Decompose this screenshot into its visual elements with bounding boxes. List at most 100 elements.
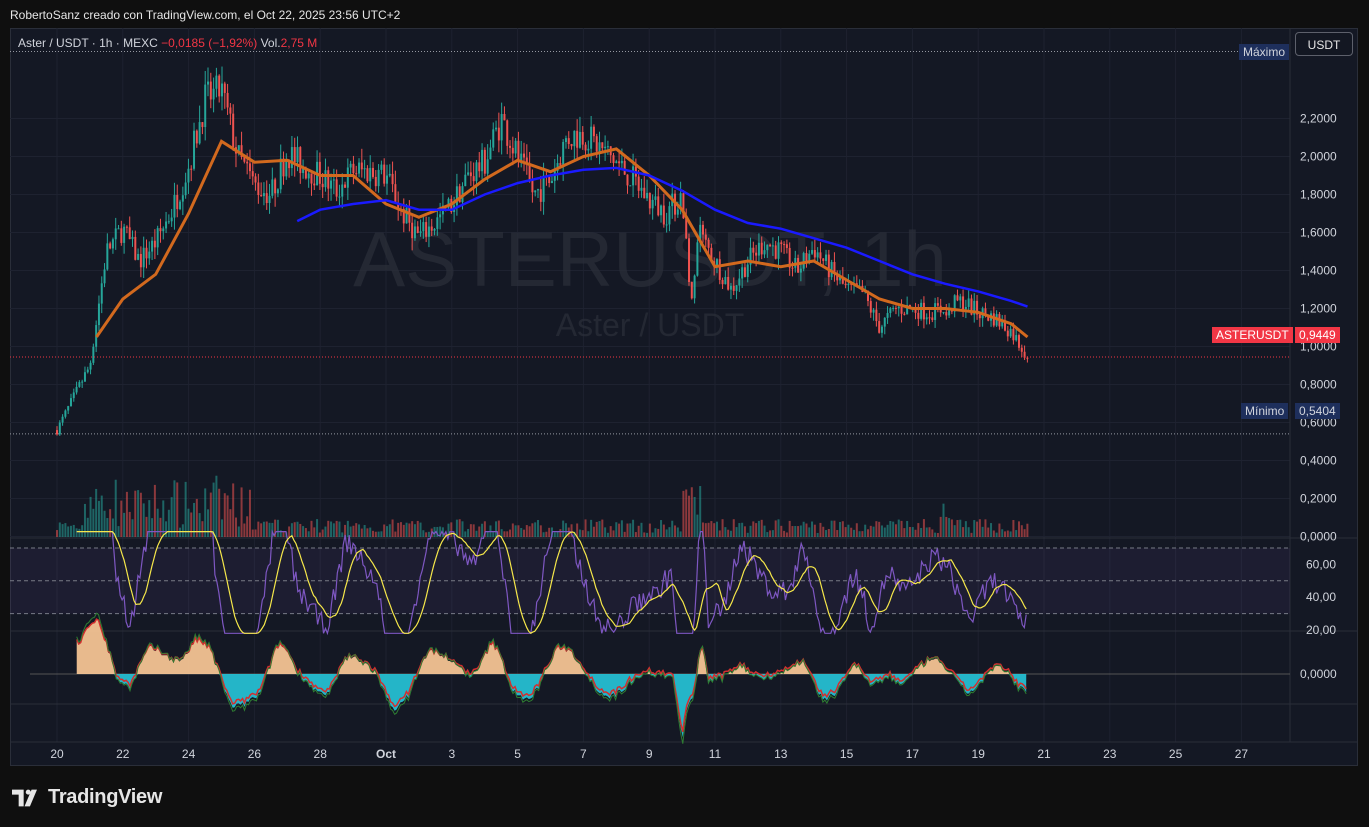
volume-bar bbox=[478, 526, 481, 537]
candle-body bbox=[757, 242, 760, 256]
volume-bar bbox=[785, 532, 788, 537]
candle-body bbox=[338, 196, 341, 198]
rsi-pane bbox=[10, 529, 1290, 636]
candle-body bbox=[209, 81, 212, 100]
volume-bar bbox=[956, 520, 959, 537]
volume-bar bbox=[738, 523, 741, 537]
volume-bar bbox=[218, 488, 221, 537]
candle-body bbox=[959, 296, 962, 301]
candle-body bbox=[274, 179, 277, 194]
volume-bar bbox=[917, 523, 920, 537]
volume-bar bbox=[240, 487, 243, 537]
candle-body bbox=[167, 221, 170, 223]
time-tick-label: 9 bbox=[646, 747, 653, 761]
volume-bar bbox=[847, 524, 850, 537]
candle-body bbox=[816, 252, 819, 258]
candle-body bbox=[704, 234, 707, 240]
volume-bar bbox=[892, 521, 895, 537]
candle-body bbox=[903, 313, 906, 315]
candle-body bbox=[562, 141, 565, 166]
price-axis[interactable]: 2,20002,00001,80001,60001,40001,20001,00… bbox=[1300, 112, 1337, 682]
volume-bar bbox=[167, 509, 170, 537]
candle-body bbox=[920, 302, 923, 319]
volume-bar bbox=[830, 520, 833, 537]
candle-body bbox=[131, 236, 134, 240]
candle-body bbox=[299, 147, 302, 174]
candle-body bbox=[405, 207, 408, 224]
volume-bar bbox=[578, 529, 581, 537]
volume-bar bbox=[721, 519, 724, 537]
volume-bar bbox=[718, 530, 721, 537]
candle-body bbox=[344, 184, 347, 188]
time-tick-label: 13 bbox=[774, 747, 788, 761]
volume-bar bbox=[352, 525, 355, 537]
tradingview-logo[interactable]: TradingView bbox=[12, 786, 162, 809]
volume-bar bbox=[402, 524, 405, 537]
volume-bar bbox=[606, 532, 609, 537]
rsi-tick-label: 60,00 bbox=[1306, 557, 1336, 571]
volume-bar bbox=[981, 526, 984, 537]
candle-body bbox=[688, 238, 691, 283]
candle-body bbox=[780, 242, 783, 245]
candle-body bbox=[665, 224, 668, 226]
volume-bar bbox=[405, 522, 408, 537]
candle-body bbox=[156, 228, 159, 248]
candle-body bbox=[223, 83, 226, 93]
volume-bar bbox=[246, 516, 249, 537]
candle-body bbox=[813, 250, 816, 258]
candle-body bbox=[61, 416, 64, 423]
currency-button[interactable]: USDT bbox=[1295, 32, 1353, 56]
time-tick-label: 26 bbox=[248, 747, 262, 761]
candle-body bbox=[201, 122, 204, 128]
chart-canvas[interactable]: ASTERUSDT, 1h Aster / USDT 2,2000 2,0000 1… bbox=[10, 28, 1358, 766]
candle-body bbox=[892, 307, 895, 309]
candle-body bbox=[134, 236, 137, 260]
volume-bar bbox=[520, 527, 523, 537]
volume-bar bbox=[592, 526, 595, 537]
candle-body bbox=[290, 147, 293, 169]
time-tick-label: 28 bbox=[314, 747, 328, 761]
candle-body bbox=[318, 161, 321, 184]
candle-body bbox=[486, 159, 489, 174]
candle-body bbox=[883, 317, 886, 327]
volume-bar bbox=[822, 526, 825, 537]
volume-bar bbox=[752, 521, 755, 537]
volume-bar bbox=[1012, 520, 1015, 537]
candle-body bbox=[330, 180, 333, 189]
volume-bar bbox=[173, 480, 176, 537]
candle-body bbox=[257, 182, 260, 196]
candle-body bbox=[570, 143, 573, 147]
volume-bar bbox=[251, 529, 254, 537]
volume-bar bbox=[948, 518, 951, 537]
candle-body bbox=[346, 167, 349, 188]
time-axis[interactable]: 20 22 24 26 28 Oct 3 5 7 9 11 13 15 17 19 21 23 25 27 bbox=[50, 747, 1248, 761]
volume-bar bbox=[794, 526, 797, 537]
volume-bar bbox=[531, 523, 534, 537]
candle-body bbox=[109, 243, 112, 249]
volume-bar bbox=[391, 519, 394, 537]
candle-body bbox=[176, 194, 179, 210]
volume-bar bbox=[869, 525, 872, 537]
volume-bar bbox=[262, 521, 265, 537]
volume-bar bbox=[844, 527, 847, 537]
volume-bar bbox=[198, 513, 201, 537]
candle-body bbox=[111, 239, 114, 249]
candle-body bbox=[58, 422, 61, 435]
candle-body bbox=[743, 267, 746, 277]
volume-bar bbox=[223, 493, 226, 537]
volume-bar bbox=[612, 530, 615, 537]
volume-bar bbox=[86, 517, 89, 537]
volume-bar bbox=[103, 510, 106, 537]
candle-body bbox=[179, 201, 182, 210]
candle-body bbox=[215, 75, 218, 89]
volume-bar bbox=[310, 520, 313, 537]
volume-bar bbox=[959, 519, 962, 537]
volume-bar bbox=[914, 529, 917, 537]
volume-bar bbox=[248, 489, 251, 537]
volume-bar bbox=[872, 526, 875, 537]
volume-bar bbox=[467, 528, 470, 537]
candle-body bbox=[657, 196, 660, 216]
volume-bar bbox=[204, 488, 207, 537]
candle-body bbox=[500, 113, 503, 141]
candle-body bbox=[170, 217, 173, 222]
